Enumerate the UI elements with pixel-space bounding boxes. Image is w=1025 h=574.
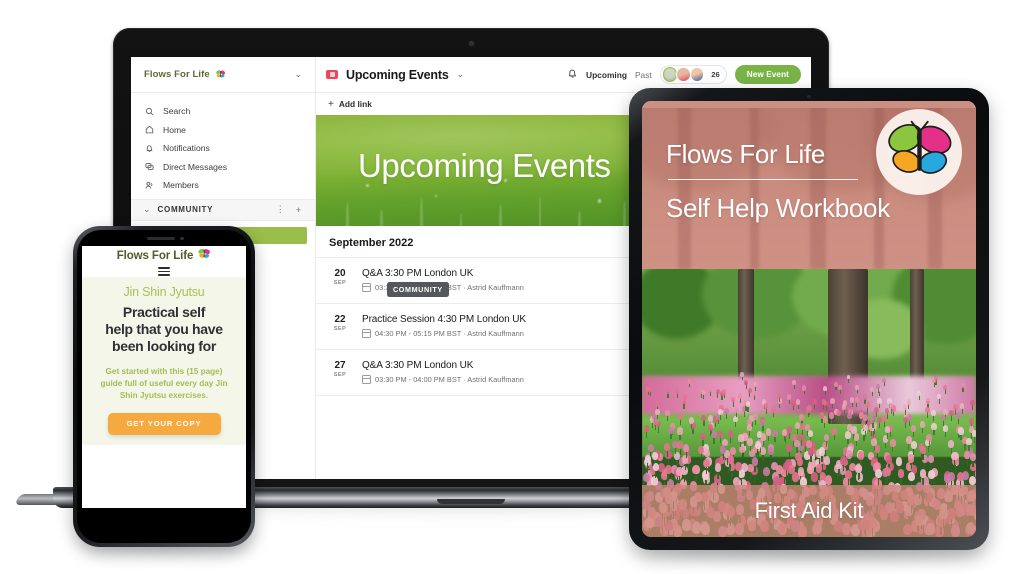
avatar [676,67,691,82]
tablet-device: Flows For Life Self Help Workbook First … [629,88,989,550]
sidebar-item-direct-messages[interactable]: Direct Messages [131,158,315,177]
event-day: 20 [329,269,351,280]
event-day: 27 [329,361,351,372]
cover-subtitle: Self Help Workbook [666,193,890,224]
event-title: Practice Session 4:30 PM London UK [362,314,526,325]
chevron-down-icon: ⌄ [143,204,151,215]
tablet-camera-icon [807,95,810,98]
member-count: 26 [711,70,719,79]
sidebar-item-label: Search [163,106,190,116]
phone-brand-label: Flows For Life [117,250,194,262]
workbook-cover: Flows For Life Self Help Workbook First … [642,101,976,537]
product-mockup-scene: Flows For Life ⌄ Search Home Notificatio… [0,0,1025,574]
messages-icon [145,162,154,171]
add-icon[interactable]: + [294,205,303,215]
home-icon [145,125,154,134]
event-date: 27 SEP [329,360,351,384]
phone-speaker [147,237,175,240]
cover-footer-band: First Aid Kit [642,485,976,537]
event-month: SEP [329,326,351,332]
phone-subtext: Get started with this (15 page) guide fu… [90,366,238,402]
hero-title: Upcoming Events [358,147,611,185]
plus-icon: + [328,99,334,110]
sidebar-item-label: Notifications [163,143,210,153]
calendar-icon [362,283,371,292]
community-tooltip: COMMUNITY [387,282,449,297]
space-badge-icon [326,70,338,79]
cover-top-strip [642,101,976,108]
phone-brand[interactable]: Flows For Life [117,247,212,265]
sidebar-item-search[interactable]: Search [131,102,315,121]
phone-kicker: Jin Shin Jyutsu [90,285,238,299]
event-day: 22 [329,315,351,326]
sidebar-brand-label: Flows For Life [144,69,210,80]
chevron-down-icon[interactable]: ⌄ [294,69,302,80]
phone-header: Flows For Life [82,246,246,277]
event-meta: 03:30 PM - 04:00 PM BST · Astrid Kauffma… [362,375,524,384]
more-options-icon[interactable]: ⋮ [274,204,287,215]
butterfly-logo-icon [215,66,226,84]
tablet-body: Flows For Life Self Help Workbook First … [629,88,989,550]
laptop-base-notch [437,499,505,504]
event-meta-text: 03:30 PM - 04:00 PM BST · Astrid Kauffma… [375,375,524,384]
event-body: Practice Session 4:30 PM London UK 04:30… [362,314,526,338]
members-icon [145,181,154,190]
bell-icon[interactable] [567,66,578,84]
avatar [690,67,705,82]
phone-camera-icon [180,237,184,241]
tablet-screen: Flows For Life Self Help Workbook First … [642,101,976,537]
cover-divider [668,179,858,180]
event-title: Q&A 3:30 PM London UK [362,360,524,371]
sidebar-brand[interactable]: Flows For Life ⌄ [131,57,315,93]
phone-headline: Practical self help that you have been l… [90,304,238,355]
event-month: SEP [329,372,351,378]
event-meta-text: 04:30 PM - 05:15 PM BST · Astrid Kauffma… [375,329,524,338]
event-date: 20 SEP [329,268,351,292]
get-your-copy-button[interactable]: GET YOUR COPY [108,413,221,435]
tab-past[interactable]: Past [635,70,652,80]
butterfly-logo-icon [882,115,956,190]
sidebar-item-label: Members [163,180,199,190]
event-date: 22 SEP [329,314,351,338]
search-icon [145,107,154,116]
avatar [663,67,678,82]
sidebar-section-label: COMMUNITY [158,205,214,214]
calendar-icon [362,375,371,384]
laptop-camera-icon [469,41,474,46]
phone-body: Flows For Life Jin Shin Jyutsu Practical… [73,226,255,547]
phone-spacer [82,445,246,465]
cover-title: Flows For Life [666,139,825,170]
sidebar-item-members[interactable]: Members [131,176,315,195]
add-link-label: Add link [339,99,372,109]
event-body: Q&A 3:30 PM London UK 03:30 PM - 04:00 P… [362,360,524,384]
sidebar-section-community[interactable]: ⌄ COMMUNITY ⋮ + [131,199,315,221]
event-meta: 04:30 PM - 05:15 PM BST · Astrid Kauffma… [362,329,526,338]
event-title: Q&A 3:30 PM London UK [362,268,524,279]
sidebar-item-home[interactable]: Home [131,121,315,140]
cover-footer-text: First Aid Kit [755,498,864,524]
phone-screen: Flows For Life Jin Shin Jyutsu Practical… [82,246,246,508]
phone-hero: Jin Shin Jyutsu Practical self help that… [82,277,246,445]
sidebar-nav: Search Home Notifications Direct Message… [131,93,315,199]
phone-device: Flows For Life Jin Shin Jyutsu Practical… [73,226,255,547]
member-avatars[interactable]: 26 [660,65,727,85]
page-title: Upcoming Events [346,68,449,82]
bell-icon [145,144,154,153]
sidebar-item-label: Direct Messages [163,162,227,172]
calendar-icon [362,329,371,338]
new-event-button[interactable]: New Event [735,65,801,84]
title-chevron-down-icon[interactable]: ⌄ [457,69,465,80]
sidebar-item-label: Home [163,125,186,135]
hamburger-menu-icon[interactable] [158,267,170,275]
event-month: SEP [329,280,351,286]
butterfly-logo-icon [197,247,211,265]
sidebar-item-notifications[interactable]: Notifications [131,139,315,158]
cover-header: Flows For Life Self Help Workbook [642,101,976,269]
tab-upcoming[interactable]: Upcoming [586,70,627,80]
